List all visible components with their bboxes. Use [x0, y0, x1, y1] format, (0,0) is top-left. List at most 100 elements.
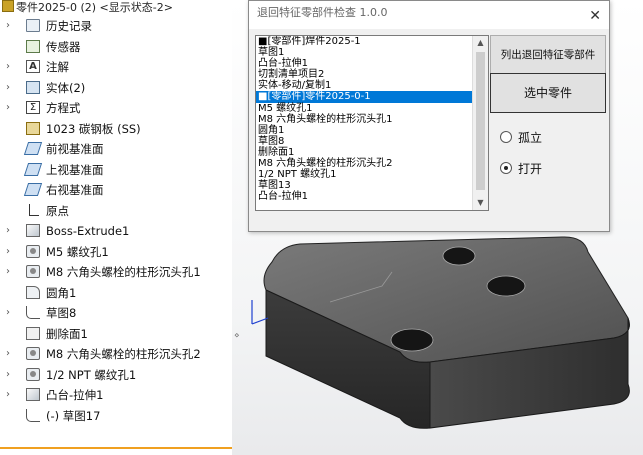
expand-chevron-icon[interactable]: › — [6, 303, 16, 323]
expand-chevron-icon[interactable]: › — [6, 16, 16, 36]
tree-item[interactable]: › 凸台-拉伸1 — [0, 385, 232, 405]
tree-item-label: 方程式 — [46, 101, 81, 115]
tree-item[interactable]: 1023 碳钢板 (SS) — [0, 119, 232, 139]
dialog-title: 退回特征零部件检查 1.0.0 — [257, 6, 388, 19]
tree-item[interactable]: 传感器 — [0, 37, 232, 57]
listbox-item[interactable]: M8 六角头螺栓的柱形沉头孔1 — [256, 114, 488, 125]
expand-chevron-icon[interactable]: › — [6, 78, 16, 98]
tree-item[interactable]: › A 注解 — [0, 57, 232, 77]
listbox-rows: ■[零部件]焊件2025-1 草图1 凸台-拉伸1 切割清单项目2 实体-移动/复制1 ■… — [256, 36, 488, 202]
sketch-icon — [26, 408, 40, 422]
tree-item-label: M8 六角头螺栓的柱形沉头孔1 — [46, 265, 201, 279]
expand-chevron-icon[interactable]: › — [6, 344, 16, 364]
radio-open-circle[interactable] — [500, 162, 512, 174]
tree-item[interactable]: 原点 — [0, 201, 232, 221]
tree-item-label: 实体(2) — [46, 80, 86, 95]
tree-item-label: 历史记录 — [46, 19, 92, 33]
listbox-scrollbar[interactable]: ▲ ▼ — [472, 36, 488, 210]
feature-listbox[interactable]: ■[零部件]焊件2025-1 草图1 凸台-拉伸1 切割清单项目2 实体-移动/复制1 ■… — [255, 35, 489, 211]
listbox-item[interactable]: M5 螺纹孔1 — [256, 103, 488, 114]
radio-isolate-circle[interactable] — [500, 131, 512, 143]
tree-item[interactable]: › 实体(2) — [0, 78, 232, 98]
radio-isolate[interactable]: 孤立 — [500, 129, 542, 147]
listbox-item[interactable]: 凸台-拉伸1 — [256, 191, 488, 202]
listbox-item[interactable]: 草图8 — [256, 136, 488, 147]
history-folder-icon — [26, 19, 40, 32]
listbox-item[interactable]: 凸台-拉伸1 — [256, 58, 488, 69]
extrude-icon — [26, 224, 40, 237]
tree-item[interactable]: › 1/2 NPT 螺纹孔1 — [0, 365, 232, 385]
listbox-item[interactable]: 删除面1 — [256, 147, 488, 158]
expand-chevron-icon[interactable]: › — [6, 221, 16, 241]
tree-rollback-bar[interactable] — [0, 447, 232, 449]
expand-chevron-icon[interactable]: › — [6, 365, 16, 385]
hole-icon — [26, 244, 40, 258]
delete-face-icon — [26, 326, 40, 340]
m8-counterbore-hole-2[interactable] — [390, 328, 434, 352]
tree-item[interactable]: 圆角1 — [0, 283, 232, 303]
tree-item[interactable]: 删除面1 — [0, 324, 232, 344]
plane-icon — [23, 162, 43, 176]
listbox-item[interactable]: ■[零部件]焊件2025-1 — [256, 36, 488, 47]
m5-thread-hole[interactable] — [442, 246, 476, 266]
tree-item-label: Boss-Extrude1 — [46, 224, 130, 238]
scrollbar-thumb[interactable] — [476, 52, 485, 190]
tree-item-label: 1/2 NPT 螺纹孔1 — [46, 367, 137, 382]
tree-item-label: 1023 碳钢板 (SS) — [46, 121, 141, 136]
expand-chevron-icon[interactable]: › — [6, 57, 16, 77]
dialog-titlebar[interactable]: 退回特征零部件检查 1.0.0 ✕ — [249, 1, 609, 29]
hole-icon — [26, 367, 40, 381]
tree-item[interactable]: (-) 草图17 — [0, 406, 232, 426]
listbox-item[interactable]: 1/2 NPT 螺纹孔1 — [256, 169, 488, 180]
scroll-up-icon[interactable]: ▲ — [473, 36, 488, 50]
expand-chevron-icon[interactable]: › — [6, 98, 16, 118]
tree-item[interactable]: › 草图8 — [0, 303, 232, 323]
select-part-button[interactable]: 选中零件 — [490, 73, 606, 113]
tree-item-label: 凸台-拉伸1 — [46, 388, 104, 402]
listbox-item[interactable]: 圆角1 — [256, 125, 488, 136]
tree-item[interactable]: 右视基准面 — [0, 180, 232, 200]
tree-item-label: (-) 草图17 — [46, 408, 101, 423]
list-rollback-features-button[interactable]: 列出退回特征零部件 — [490, 35, 606, 75]
tree-item[interactable]: › M5 螺纹孔1 — [0, 242, 232, 262]
expand-chevron-icon[interactable]: › — [6, 385, 16, 405]
tree-item[interactable]: 上视基准面 — [0, 160, 232, 180]
tree-item-label: 右视基准面 — [46, 183, 104, 197]
tree-item-label: 上视基准面 — [46, 162, 104, 177]
tree-item[interactable]: › Boss-Extrude1 — [0, 221, 232, 241]
listbox-item[interactable]: 草图13 — [256, 180, 488, 191]
tree-item[interactable]: › M8 六角头螺栓的柱形沉头孔1 — [0, 262, 232, 282]
tree-item-label: 圆角1 — [46, 285, 77, 300]
tree-item-label: 注解 — [46, 60, 69, 74]
listbox-item[interactable]: ■[零部件]零件2025-0-1 — [256, 91, 488, 103]
listbox-item[interactable]: 切割清单项目2 — [256, 69, 488, 80]
hole-icon — [26, 265, 40, 278]
annotation-icon: A — [26, 60, 40, 73]
close-icon[interactable]: ✕ — [589, 4, 601, 28]
feature-manager-tree: 零件2025-0 (2) <显示状态-2> › 历史记录 传感器 › A 注解 › 实体(2)… — [0, 0, 232, 455]
tree-item[interactable]: › M8 六角头螺栓的柱形沉头孔2 — [0, 344, 232, 364]
listbox-item[interactable]: M8 六角头螺栓的柱形沉头孔2 — [256, 158, 488, 169]
expand-chevron-icon[interactable]: › — [6, 242, 16, 262]
tree-header[interactable]: 零件2025-0 (2) <显示状态-2> — [0, 0, 232, 14]
solid-body-icon — [26, 80, 40, 94]
hole-icon — [26, 347, 40, 360]
listbox-item[interactable]: 实体-移动/复制1 — [256, 80, 488, 91]
sketch-icon — [26, 306, 40, 319]
listbox-item[interactable]: 草图1 — [256, 47, 488, 58]
scroll-down-icon[interactable]: ▼ — [473, 196, 488, 210]
m8-counterbore-hole-1[interactable] — [486, 275, 526, 297]
tree-item-label: 删除面1 — [46, 326, 88, 341]
tree-item-label: M8 六角头螺栓的柱形沉头孔2 — [46, 347, 201, 361]
origin-icon — [26, 203, 40, 217]
tree-item-label: 原点 — [46, 203, 69, 218]
tree-item[interactable]: › Σ 方程式 — [0, 98, 232, 118]
expand-chevron-icon[interactable]: › — [6, 262, 16, 282]
radio-open-label: 打开 — [518, 162, 543, 176]
tree-item[interactable]: 前视基准面 — [0, 139, 232, 159]
radio-isolate-label: 孤立 — [518, 131, 543, 145]
part-document-icon — [2, 0, 14, 12]
radio-open[interactable]: 打开 — [500, 160, 542, 178]
plane-icon — [23, 142, 43, 155]
tree-item[interactable]: › 历史记录 — [0, 16, 232, 36]
